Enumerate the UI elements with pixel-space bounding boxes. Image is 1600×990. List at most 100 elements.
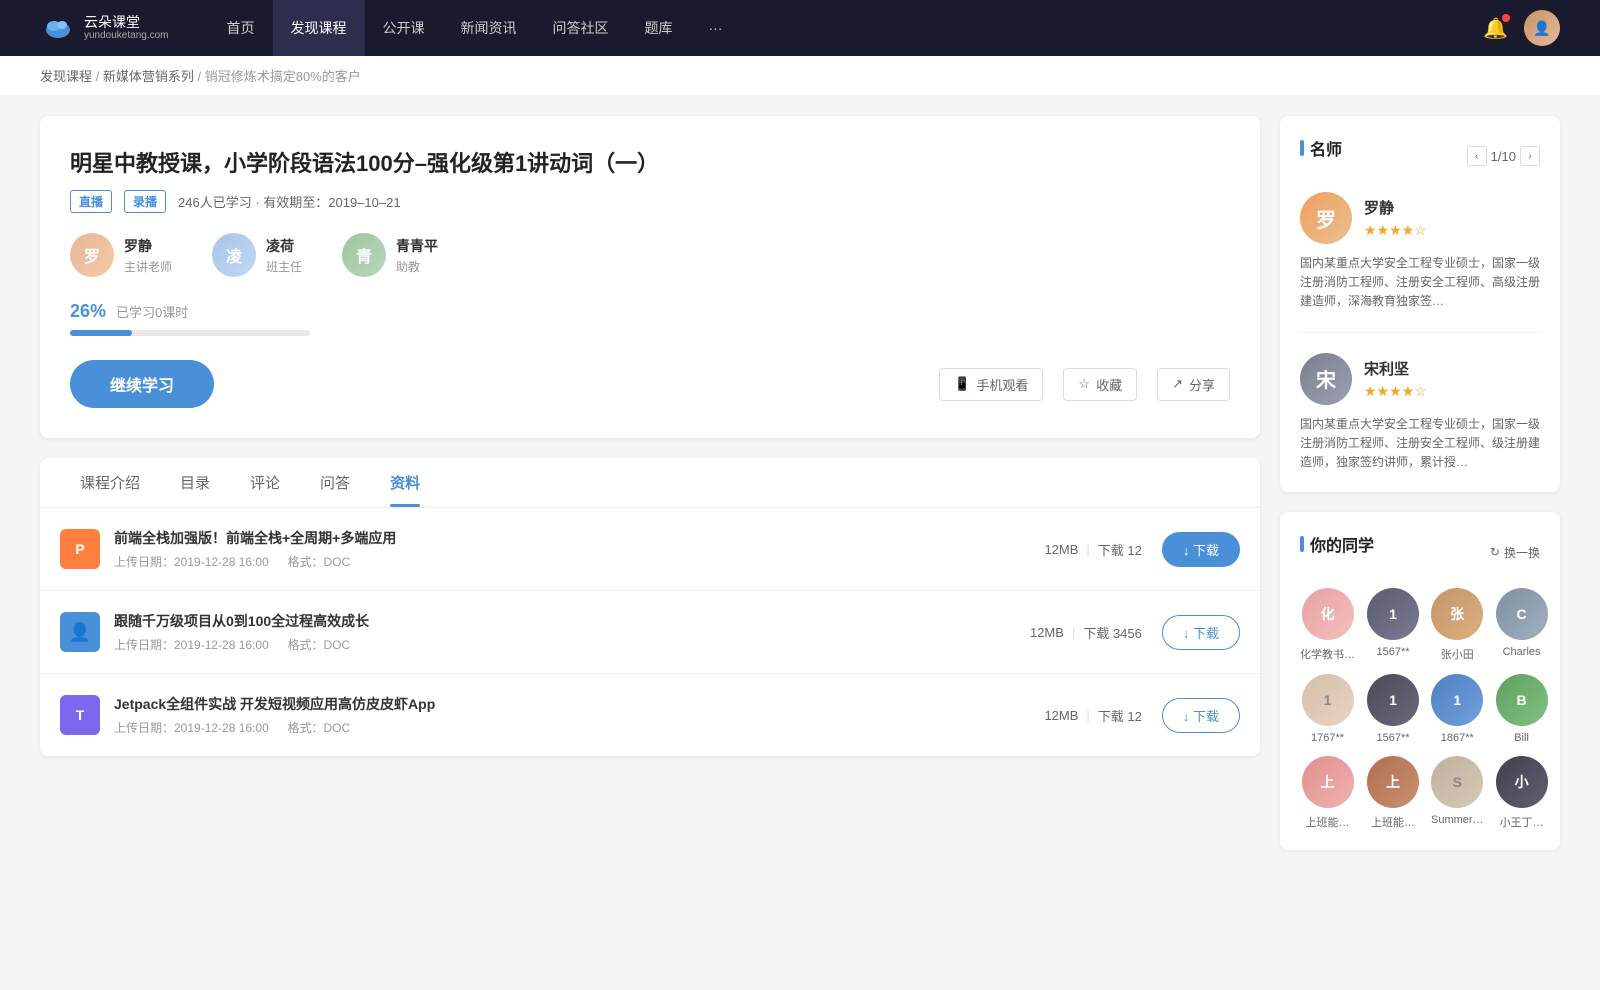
- nav-open[interactable]: 公开课: [365, 0, 443, 56]
- refresh-button[interactable]: ↻ 换一换: [1490, 544, 1540, 561]
- file-name-2: Jetpack全组件实战 开发短视频应用高仿皮皮虾App: [114, 694, 982, 714]
- refresh-icon: ↻: [1490, 545, 1500, 559]
- bell-icon[interactable]: 🔔: [1483, 16, 1508, 41]
- right-panel: 名师 ‹ 1/10 › 罗 罗静 ★★★★☆: [1280, 116, 1560, 870]
- nav-more[interactable]: ···: [691, 0, 741, 56]
- tabs-header: 课程介绍 目录 评论 问答 资料: [40, 458, 1260, 508]
- classmate-name-2: 张小田: [1441, 646, 1474, 662]
- nav-discover[interactable]: 发现课程: [273, 0, 365, 56]
- prev-page-button[interactable]: ‹: [1467, 146, 1487, 166]
- download-button-0[interactable]: ↓ 下载: [1162, 532, 1240, 567]
- file-info-0: 前端全栈加强版！前端全栈+全周期+多端应用 上传日期：2019-12-28 16…: [114, 528, 982, 570]
- classmate-5: 1 1567**: [1367, 674, 1419, 744]
- share-button[interactable]: ↗ 分享: [1157, 368, 1230, 401]
- nav-news[interactable]: 新闻资讯: [443, 0, 535, 56]
- nav-home[interactable]: 首页: [209, 0, 273, 56]
- classmate-name-5: 1567**: [1376, 732, 1409, 744]
- tab-intro[interactable]: 课程介绍: [60, 458, 160, 507]
- file-stats-2: 12MB | 下载 12: [982, 706, 1142, 725]
- classmates-grid: 化 化学教书… 1 1567** 张 张小田: [1300, 588, 1540, 830]
- badge-record: 录播: [124, 190, 166, 213]
- action-row: 继续学习 📱 手机观看 ☆ 收藏 ↗ 分享: [70, 360, 1230, 408]
- classmate-avatar-4: 1: [1302, 674, 1354, 726]
- classmate-avatar-7: B: [1496, 674, 1548, 726]
- file-meta-1: 上传日期：2019-12-28 16:00 格式：DOC: [114, 636, 982, 653]
- nav-qa[interactable]: 问答社区: [535, 0, 627, 56]
- teacher-stars-1: ★★★★☆: [1364, 383, 1427, 400]
- classmate-name-10: Summer…: [1431, 814, 1484, 826]
- logo-icon: [40, 10, 76, 46]
- action-icons: 📱 手机观看 ☆ 收藏 ↗ 分享: [939, 368, 1230, 401]
- tab-review[interactable]: 评论: [230, 458, 300, 507]
- teacher-name-1: 宋利坚: [1364, 358, 1427, 379]
- instructor-avatar-0: 罗: [70, 233, 114, 277]
- left-panel: 明星中教授课，小学阶段语法100分–强化级第1讲动词（一） 直播 录播 246人…: [40, 116, 1260, 870]
- classmate-10: S Summer…: [1431, 756, 1484, 830]
- classmate-0: 化 化学教书…: [1300, 588, 1355, 662]
- breadcrumb-link-series[interactable]: 新媒体营销系列: [103, 69, 194, 84]
- teacher-name-0: 罗静: [1364, 197, 1427, 218]
- breadcrumb-link-discover[interactable]: 发现课程: [40, 69, 92, 84]
- user-avatar[interactable]: 👤: [1524, 10, 1560, 46]
- instructor-name-1: 凌荷: [266, 236, 302, 256]
- nav-right: 🔔 👤: [1483, 10, 1560, 46]
- classmate-4: 1 1767**: [1300, 674, 1355, 744]
- course-meta-text: 246人已学习 · 有效期至：2019–10–21: [178, 192, 401, 211]
- file-info-2: Jetpack全组件实战 开发短视频应用高仿皮皮虾App 上传日期：2019-1…: [114, 694, 982, 736]
- file-name-1: 跟随千万级项目从0到100全过程高效成长: [114, 611, 982, 631]
- star-icon: ☆: [1078, 376, 1090, 392]
- logo[interactable]: 云朵课堂 yundouketang.com: [40, 10, 169, 46]
- tab-materials[interactable]: 资料: [370, 458, 440, 507]
- course-meta: 直播 录播 246人已学习 · 有效期至：2019–10–21: [70, 190, 1230, 213]
- tab-qa[interactable]: 问答: [300, 458, 370, 507]
- file-meta-2: 上传日期：2019-12-28 16:00 格式：DOC: [114, 719, 982, 736]
- instructor-0: 罗 罗静 主讲老师: [70, 233, 172, 277]
- instructor-info-0: 罗静 主讲老师: [124, 236, 172, 275]
- teachers-card: 名师 ‹ 1/10 › 罗 罗静 ★★★★☆: [1280, 116, 1560, 492]
- classmate-name-0: 化学教书…: [1300, 646, 1355, 662]
- main-content: 明星中教授课，小学阶段语法100分–强化级第1讲动词（一） 直播 录播 246人…: [0, 96, 1600, 890]
- collect-button[interactable]: ☆ 收藏: [1063, 368, 1137, 401]
- navbar: 云朵课堂 yundouketang.com 首页 发现课程 公开课 新闻资讯 问…: [0, 0, 1600, 56]
- mobile-watch-button[interactable]: 📱 手机观看: [939, 368, 1043, 401]
- classmate-6: 1 1867**: [1431, 674, 1484, 744]
- classmate-avatar-3: C: [1496, 588, 1548, 640]
- nav-quiz[interactable]: 题库: [627, 0, 691, 56]
- file-item-1: 👤 跟随千万级项目从0到100全过程高效成长 上传日期：2019-12-28 1…: [40, 591, 1260, 674]
- logo-text: 云朵课堂 yundouketang.com: [84, 14, 169, 43]
- teacher-item-1: 宋 宋利坚 ★★★★☆ 国内某重点大学安全工程专业硕士，国家一级注册消防工程师、…: [1300, 353, 1540, 473]
- teachers-pagination: ‹ 1/10 ›: [1467, 146, 1540, 166]
- continue-button[interactable]: 继续学习: [70, 360, 214, 408]
- file-info-1: 跟随千万级项目从0到100全过程高效成长 上传日期：2019-12-28 16:…: [114, 611, 982, 653]
- progress-bar-fill: [70, 330, 132, 336]
- classmate-avatar-0: 化: [1302, 588, 1354, 640]
- classmate-name-6: 1867**: [1441, 732, 1474, 744]
- share-icon: ↗: [1172, 376, 1183, 392]
- instructor-info-1: 凌荷 班主任: [266, 236, 302, 275]
- instructor-role-1: 班主任: [266, 258, 302, 275]
- classmate-avatar-6: 1: [1431, 674, 1483, 726]
- classmate-name-7: Bill: [1514, 732, 1529, 744]
- instructor-name-2: 青青平: [396, 236, 438, 256]
- classmate-8: 上 上班能…: [1300, 756, 1355, 830]
- tabs-card: 课程介绍 目录 评论 问答 资料 P 前端全栈加强版！前端全栈+全周期+多端应用…: [40, 458, 1260, 756]
- classmate-avatar-10: S: [1431, 756, 1483, 808]
- tab-catalog[interactable]: 目录: [160, 458, 230, 507]
- instructor-1: 凌 凌荷 班主任: [212, 233, 302, 277]
- nav-items: 首页 发现课程 公开课 新闻资讯 问答社区 题库 ···: [209, 0, 1484, 56]
- course-title: 明星中教授课，小学阶段语法100分–强化级第1讲动词（一）: [70, 146, 1230, 178]
- progress-header: 26% 已学习0课时: [70, 301, 1230, 322]
- instructor-avatar-1: 凌: [212, 233, 256, 277]
- download-button-2[interactable]: ↓ 下载: [1162, 698, 1240, 733]
- download-button-1[interactable]: ↓ 下载: [1162, 615, 1240, 650]
- teacher-header-0: 罗 罗静 ★★★★☆: [1300, 192, 1540, 244]
- teachers-card-header: 名师 ‹ 1/10 ›: [1300, 136, 1540, 176]
- teacher-avatar-1: 宋: [1300, 353, 1352, 405]
- file-icon-0: P: [60, 529, 100, 569]
- classmate-2: 张 张小田: [1431, 588, 1484, 662]
- file-stats-0: 12MB | 下载 12: [982, 540, 1142, 559]
- classmate-avatar-9: 上: [1367, 756, 1419, 808]
- next-page-button[interactable]: ›: [1520, 146, 1540, 166]
- file-item-0: P 前端全栈加强版！前端全栈+全周期+多端应用 上传日期：2019-12-28 …: [40, 508, 1260, 591]
- instructor-2: 青 青青平 助教: [342, 233, 438, 277]
